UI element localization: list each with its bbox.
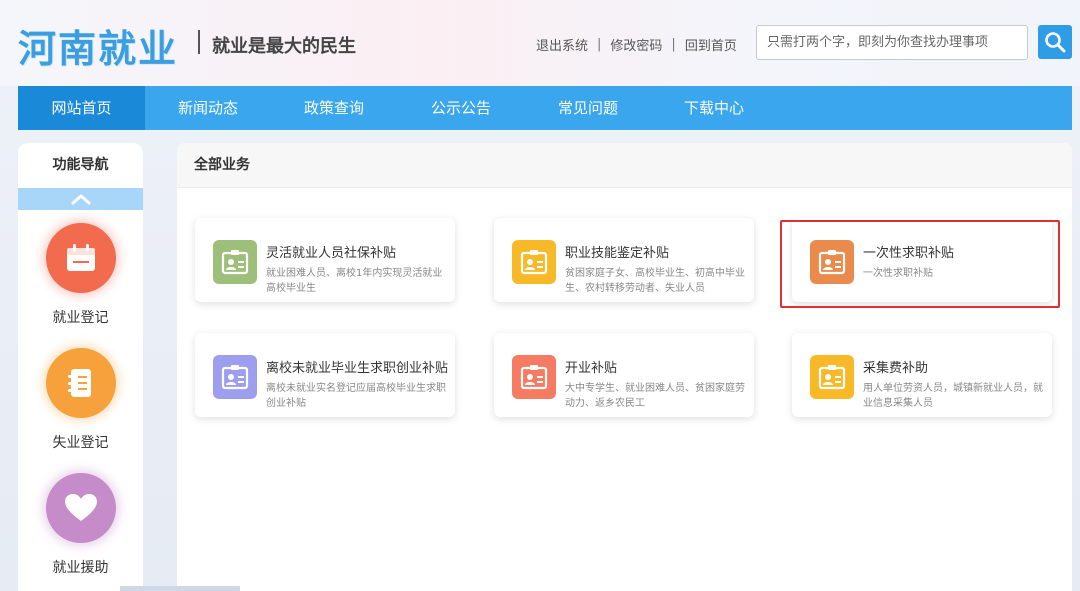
id-card-icon [213,240,257,284]
top-links: 退出系统 | 修改密码 | 回到首页 [536,35,737,54]
sidebar-item-label: 失业登记 [52,435,109,451]
search-icon [1045,32,1066,53]
card-description: 用人单位劳资人员，城镇新就业人员，就业信息采集人员 [863,383,1043,409]
logout-link[interactable]: 退出系统 [536,35,588,54]
nav-notices[interactable]: 公示公告 [397,86,525,130]
card-title: 开业补贴 [565,361,618,376]
service-card-skill-appraisal-subsidy[interactable]: 职业技能鉴定补贴 贫困家庭子女、高校毕业生、初高中毕业生、农村转移劳动者、失业人… [494,218,754,302]
main-nav: 网站首页 新闻动态 政策查询 公示公告 常见问题 下载中心 [18,86,1072,130]
page-header: 河南就业 就业是最大的民生 退出系统 | 修改密码 | 回到首页 [0,0,1080,86]
sidebar-title: 功能导航 [52,157,109,173]
main-panel-title: 全部业务 [177,143,1072,188]
nav-news[interactable]: 新闻动态 [145,86,271,130]
nav-faq[interactable]: 常见问题 [525,86,651,130]
site-logo[interactable]: 河南就业 [18,18,178,73]
sidebar-scroll-up[interactable] [18,188,143,210]
service-card-graduate-entrepreneurship-subsidy[interactable]: 离校未就业毕业生求职创业补贴 离校未就业实名登记应届高校毕业生求职创业补贴 [195,333,455,417]
card-title: 灵活就业人员社保补贴 [266,246,397,261]
nav-downloads[interactable]: 下载中心 [651,86,777,130]
id-card-icon [810,355,854,399]
site-slogan: 就业是最大的民生 [212,36,356,57]
search-input[interactable] [756,25,1028,60]
home-link[interactable]: 回到首页 [685,35,737,54]
notebook-icon [45,348,116,418]
sidebar: 功能导航 就业登记 失业登记 就业援助 [18,143,143,591]
card-description: 离校未就业实名登记应届高校毕业生求职创业补贴 [266,383,446,409]
heart-icon [45,473,116,543]
nav-home[interactable]: 网站首页 [18,86,145,130]
sidebar-item-label: 就业援助 [52,560,109,576]
service-card-business-startup-subsidy[interactable]: 开业补贴 大中专学生、就业困难人员、贫困家庭劳动力、返乡农民工 [494,333,754,417]
card-description: 就业困难人员、离校1年内实现灵活就业高校毕业生 [266,268,443,294]
service-card-data-collection-subsidy[interactable]: 采集费补助 用人单位劳资人员，城镇新就业人员，就业信息采集人员 [792,333,1052,417]
highlight-box [780,220,1060,308]
link-separator: | [671,37,676,52]
card-title: 采集费补助 [863,361,929,376]
id-card-icon [213,355,257,399]
id-card-icon [512,240,556,284]
card-title: 职业技能鉴定补贴 [565,246,670,261]
search-button[interactable] [1038,25,1072,59]
sidebar-item-employment-assistance[interactable]: 就业援助 [18,473,143,577]
sidebar-item-employment-registration[interactable]: 就业登记 [18,223,143,327]
card-title: 离校未就业毕业生求职创业补贴 [266,361,449,376]
sidebar-item-label: 就业登记 [52,310,109,326]
sidebar-item-unemployment-registration[interactable]: 失业登记 [18,348,143,452]
calendar-icon [45,223,116,293]
horizontal-scrollbar[interactable] [120,586,240,591]
logo-divider [198,30,200,54]
link-separator: | [597,37,602,52]
change-password-link[interactable]: 修改密码 [610,35,662,54]
id-card-icon [512,355,556,399]
card-description: 大中专学生、就业困难人员、贫困家庭劳动力、返乡农民工 [565,383,745,409]
chevron-up-icon [71,194,90,205]
nav-policy[interactable]: 政策查询 [271,86,397,130]
card-description: 贫困家庭子女、高校毕业生、初高中毕业生、农村转移劳动者、失业人员 [565,268,745,294]
service-card-flexible-employment-subsidy[interactable]: 灵活就业人员社保补贴 就业困难人员、离校1年内实现灵活就业高校毕业生 [195,218,455,302]
